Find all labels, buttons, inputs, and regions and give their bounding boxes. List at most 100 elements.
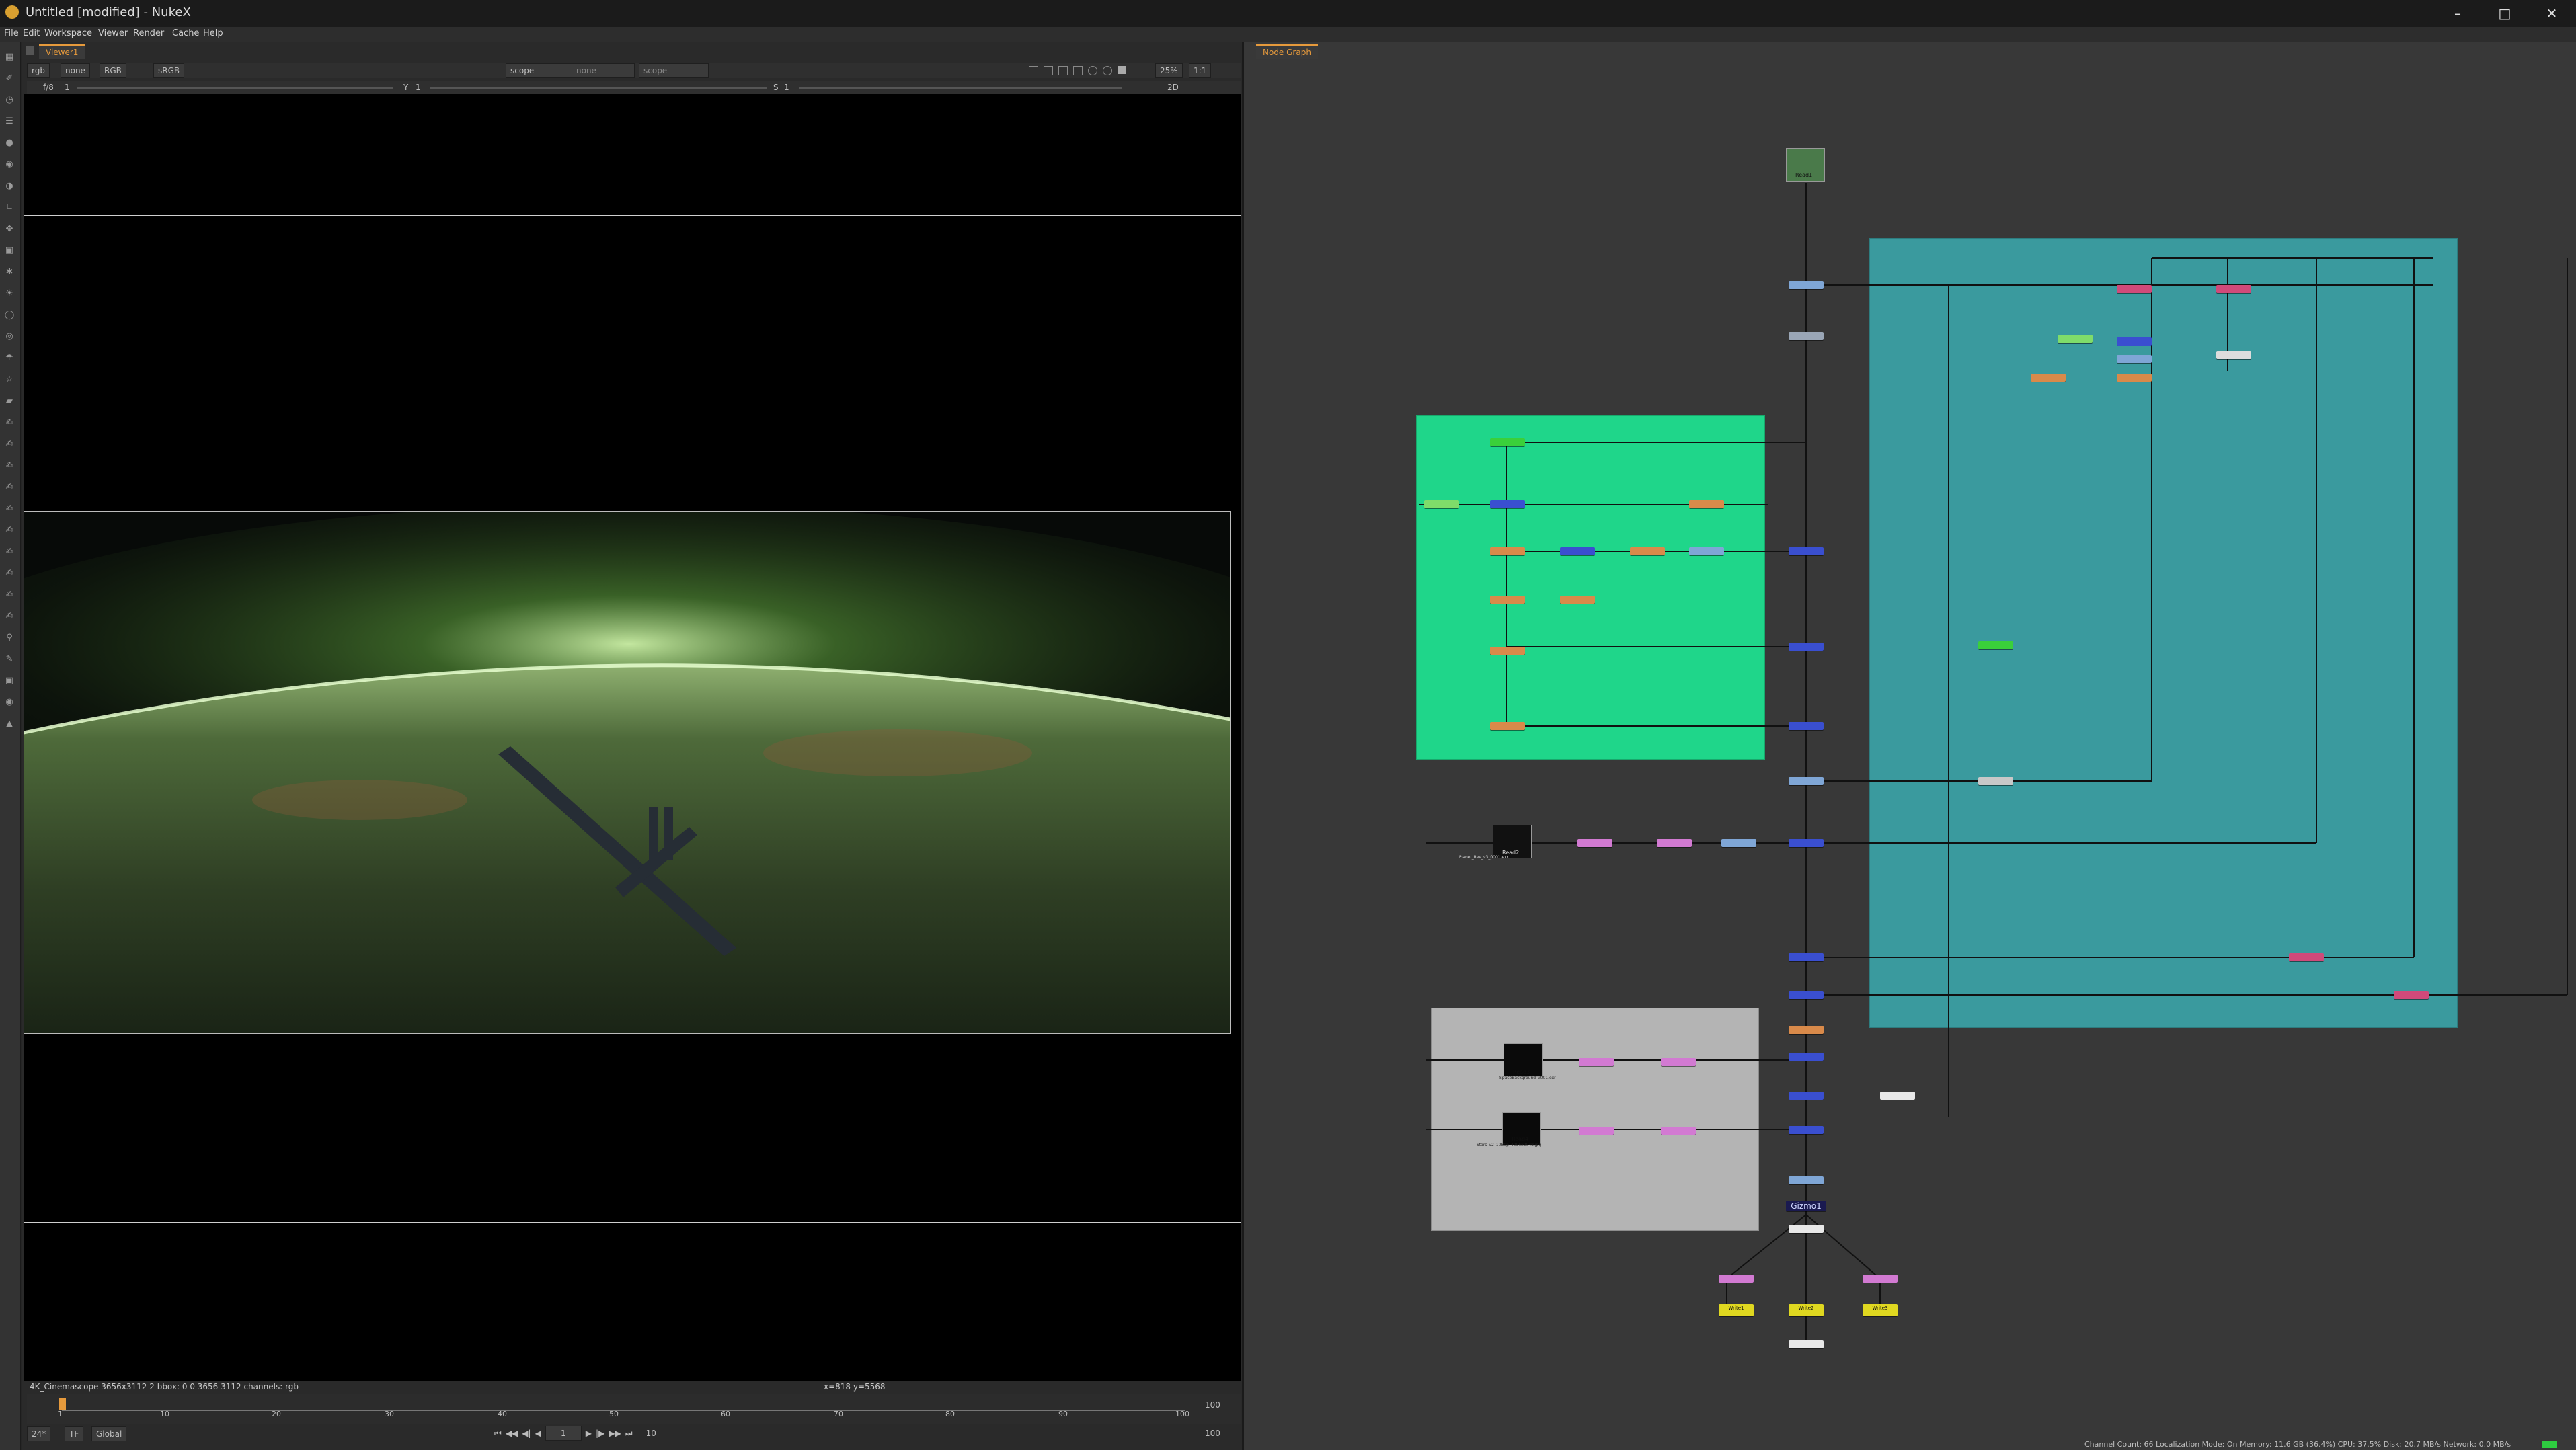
- node-green-3[interactable]: [1490, 500, 1525, 508]
- tab-viewer1[interactable]: Viewer1: [39, 44, 85, 59]
- node-reformat-out-1[interactable]: [1719, 1275, 1754, 1283]
- write-node-2[interactable]: Write2: [1789, 1304, 1824, 1316]
- guides-icon[interactable]: [1073, 66, 1083, 75]
- node-merge-8[interactable]: [1789, 1092, 1824, 1100]
- prev-increment-icon[interactable]: ◀|: [522, 1428, 531, 1438]
- timeline-end-field[interactable]: 100: [1205, 1398, 1220, 1412]
- merge-tools-icon[interactable]: ∟: [3, 202, 15, 214]
- checker-icon[interactable]: [1088, 66, 1097, 75]
- write-node-3[interactable]: Write3: [1863, 1304, 1898, 1316]
- minimize-button[interactable]: –: [2434, 0, 2481, 27]
- gizmo-tools-icon[interactable]: ✍: [3, 417, 15, 429]
- node-green-10[interactable]: [1560, 596, 1595, 604]
- increment-field[interactable]: 10: [646, 1426, 656, 1440]
- pen-tools-icon[interactable]: ✎: [3, 653, 15, 666]
- deep-tools-icon[interactable]: ☀: [3, 288, 15, 300]
- b-input-dropdown[interactable]: scope: [639, 63, 709, 78]
- saturation-value[interactable]: 1: [784, 81, 789, 94]
- image-tools-icon[interactable]: ▦: [3, 51, 15, 63]
- node-main-3[interactable]: [1789, 777, 1824, 785]
- plugin-tools-icon[interactable]: ✍: [3, 438, 15, 450]
- transform-tools-icon[interactable]: ✥: [3, 223, 15, 235]
- node-merge-4[interactable]: [1789, 839, 1824, 847]
- node-green-7[interactable]: [1630, 547, 1665, 555]
- drop-tools-icon[interactable]: ▲: [3, 718, 15, 730]
- 3d-tools-icon[interactable]: ▣: [3, 245, 15, 257]
- node-green-8[interactable]: [1689, 547, 1724, 555]
- node-teal-11[interactable]: [2289, 953, 2324, 961]
- gamma-value[interactable]: 1: [416, 81, 421, 94]
- toolsets-icon[interactable]: ☂: [3, 352, 15, 364]
- node-teal-3[interactable]: [2058, 335, 2093, 343]
- close-button[interactable]: ✕: [2528, 0, 2575, 27]
- node-viewer-out[interactable]: [1789, 1340, 1824, 1348]
- node-colorcorrect-1[interactable]: [1657, 839, 1692, 847]
- gain-slider[interactable]: [77, 87, 393, 89]
- node-green-6[interactable]: [1560, 547, 1595, 555]
- plugin-tools-4-icon[interactable]: ✍: [3, 503, 15, 515]
- next-keyframe-icon[interactable]: ▶▶: [609, 1428, 621, 1438]
- search-tools-icon[interactable]: ⚲: [3, 632, 15, 644]
- node-merge-9[interactable]: [1789, 1126, 1824, 1134]
- gizmo-node[interactable]: Gizmo1: [1786, 1201, 1826, 1211]
- channels-dropdown[interactable]: rgb: [27, 63, 50, 78]
- node-teal-12[interactable]: [2394, 991, 2429, 999]
- last-frame-icon[interactable]: ⏭: [625, 1428, 633, 1439]
- furnace-tools-icon[interactable]: ▰: [3, 395, 15, 407]
- node-teal-6[interactable]: [2117, 374, 2152, 382]
- time-tools-icon[interactable]: ◷: [3, 94, 15, 106]
- roi-toggle-icon[interactable]: [1029, 66, 1038, 75]
- node-green-2[interactable]: [1424, 500, 1459, 508]
- playback-end-field[interactable]: 100: [1205, 1426, 1220, 1440]
- node-green-9[interactable]: [1490, 596, 1525, 604]
- menu-render[interactable]: Render: [133, 28, 164, 38]
- first-frame-icon[interactable]: ⏮: [494, 1428, 502, 1439]
- panel-menu-icon[interactable]: [26, 46, 34, 55]
- clip-warning-icon[interactable]: [1044, 66, 1053, 75]
- node-merge-5[interactable]: [1789, 953, 1824, 961]
- tf-dropdown[interactable]: TF: [65, 1426, 84, 1441]
- filter-tools-icon[interactable]: ◉: [3, 159, 15, 171]
- maximize-button[interactable]: □: [2481, 0, 2528, 27]
- node-teal-4[interactable]: [2117, 337, 2152, 346]
- node-green-5[interactable]: [1490, 547, 1525, 555]
- mask-overlay-icon[interactable]: [1058, 66, 1068, 75]
- gpu-icon[interactable]: [1103, 66, 1112, 75]
- menu-help[interactable]: Help: [203, 28, 223, 38]
- menu-viewer[interactable]: Viewer: [98, 28, 128, 38]
- particles-tools-icon[interactable]: ✱: [3, 266, 15, 278]
- viewer-mode-dropdown[interactable]: 2D: [1167, 81, 1179, 94]
- node-shuffle[interactable]: [1789, 1225, 1824, 1233]
- node-merge-6[interactable]: [1789, 991, 1824, 999]
- node-merge-2[interactable]: [1789, 643, 1824, 651]
- menu-workspace[interactable]: Workspace: [44, 28, 92, 38]
- node-teal-1[interactable]: [2117, 285, 2152, 293]
- fstop-value[interactable]: f/8: [43, 81, 54, 94]
- menu-file[interactable]: File: [4, 28, 19, 38]
- viewer-canvas[interactable]: [24, 94, 1241, 1381]
- alpha-dropdown[interactable]: none: [61, 63, 90, 78]
- node-main-2[interactable]: [1789, 332, 1824, 340]
- a-input-dropdown[interactable]: scope: [506, 63, 576, 78]
- plugin-tools-6-icon[interactable]: ✍: [3, 546, 15, 558]
- menu-edit[interactable]: Edit: [23, 28, 40, 38]
- plugin-tools-2-icon[interactable]: ✍: [3, 460, 15, 472]
- node-merge-3[interactable]: [1789, 722, 1824, 730]
- node-gray-3[interactable]: [1579, 1127, 1614, 1135]
- node-main-4[interactable]: [1789, 1176, 1824, 1184]
- node-gray-4[interactable]: [1661, 1127, 1696, 1135]
- plugin-tools-5-icon[interactable]: ✍: [3, 524, 15, 536]
- node-main-1[interactable]: [1789, 281, 1824, 289]
- node-teal-10[interactable]: [1978, 777, 2013, 785]
- keyer-tools-icon[interactable]: ◑: [3, 180, 15, 192]
- prev-keyframe-icon[interactable]: ◀◀: [506, 1428, 518, 1438]
- globe-tools-icon[interactable]: ◉: [3, 696, 15, 709]
- node-merge-1[interactable]: [1789, 547, 1824, 555]
- saturation-slider[interactable]: [799, 87, 1122, 89]
- plugin-tools-8-icon[interactable]: ✍: [3, 589, 15, 601]
- lock-tools-icon[interactable]: ▣: [3, 675, 15, 687]
- node-transform-1[interactable]: [1789, 1026, 1824, 1034]
- play-backward-icon[interactable]: ◀: [535, 1428, 541, 1438]
- current-frame-field[interactable]: 1: [545, 1426, 582, 1441]
- draw-tools-icon[interactable]: ✐: [3, 73, 15, 85]
